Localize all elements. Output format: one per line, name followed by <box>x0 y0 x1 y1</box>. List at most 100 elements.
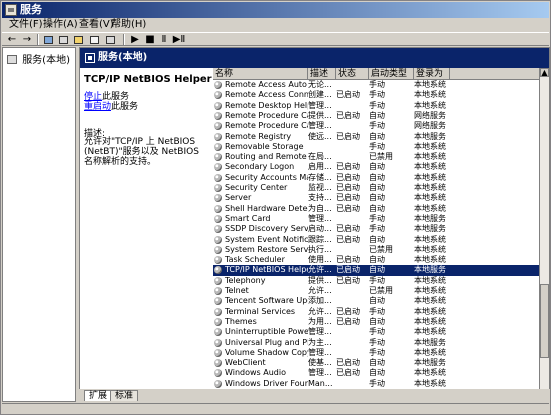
table-row[interactable]: Task Scheduler 使用... 已启动 自动 本地系统 <box>213 255 541 265</box>
table-row[interactable]: Remote Procedure Call (...管理... 手动 网络服务 <box>213 121 541 131</box>
back-icon[interactable]: ← <box>5 34 19 46</box>
service-description: 添加... <box>308 296 332 306</box>
restart-service-link[interactable]: 重启动 <box>84 102 111 112</box>
service-name-cell: Remote Registry <box>213 132 308 142</box>
service-name-cell: Remote Access Auto Conne... <box>213 80 308 90</box>
service-status: 已启动 <box>336 234 360 244</box>
stop-service-link[interactable]: 停止 <box>84 92 102 102</box>
table-row[interactable]: TCP/IP NetBIOS Helper 允许... 已启动 自动 本地服务 <box>213 265 541 276</box>
console-icon[interactable] <box>44 36 53 44</box>
service-name-cell: Security Accounts Manager <box>213 173 308 183</box>
table-row[interactable]: Remote Desktop Help Se...管理... 手动 本地系统 <box>213 101 541 111</box>
service-name: Shell Hardware Detection <box>225 203 308 213</box>
service-status <box>336 296 369 306</box>
service-startup-type: 自动 <box>369 110 385 120</box>
table-row[interactable]: Telephony 提供... 已启动 手动 本地系统 <box>213 276 541 286</box>
tab-standard[interactable]: 标准 <box>110 390 139 401</box>
service-status: 已启动 <box>336 172 360 182</box>
service-description: 允许... <box>308 286 332 295</box>
service-logon: 本地系统 <box>414 183 446 192</box>
service-name: Uninterruptible Power Su... <box>225 327 308 337</box>
tab-extended[interactable]: 扩展 <box>84 390 113 401</box>
service-startup-type: 手动 <box>369 337 385 347</box>
refresh-icon[interactable] <box>74 36 83 44</box>
service-status <box>336 101 369 111</box>
table-row[interactable]: Routing and Remote Acc...在局... 已禁用 本地系统 <box>213 152 541 162</box>
table-row[interactable]: Uninterruptible Power Su...管理... 手动 本地系统 <box>213 327 541 337</box>
table-row[interactable]: Remote Registry 使远... 已启动 自动 本地服务 <box>213 132 541 142</box>
column-name[interactable]: 名称 <box>213 68 308 80</box>
play-icon[interactable]: ▶ <box>128 34 142 46</box>
table-row[interactable]: Remote Access Connecti...创建... 已启动手动 本地系统 <box>213 90 541 100</box>
forward-icon[interactable]: → <box>20 34 34 46</box>
export-icon[interactable] <box>90 36 99 44</box>
scroll-thumb[interactable] <box>540 284 549 358</box>
table-row[interactable]: Windows Driver Foundati...Man... 手动 本地系统 <box>213 379 541 389</box>
table-row[interactable]: System Restore Service执行... 已禁用 本地系统 <box>213 245 541 255</box>
table-row[interactable]: Themes 为用... 已启动 自动 本地系统 <box>213 317 541 327</box>
restart-service-suffix: 此服务 <box>111 102 139 112</box>
table-row[interactable]: Remote Procedure Call (...提供... 已启动自动 网络服务 <box>213 111 541 121</box>
help-icon[interactable] <box>106 36 115 44</box>
table-row[interactable]: Tencent Software Updat...添加... 自动 本地系统 <box>213 296 541 306</box>
stop-icon[interactable]: ■ <box>143 34 157 46</box>
tree-services-local[interactable]: 服务(本地) <box>7 51 70 66</box>
column-status[interactable]: 状态 <box>336 68 369 80</box>
table-row[interactable]: Telnet 允许... 已禁用 本地系统 <box>213 286 541 296</box>
service-status: 已启动 <box>336 131 360 141</box>
service-status: 已启动 <box>336 255 360 265</box>
details-pane: 服务(本地) TCP/IP NetBIOS Helper 停止此服务 重启动此服… <box>79 47 550 402</box>
table-row[interactable]: Security Accounts Manager存储... 已启动自动 本地系统 <box>213 173 541 183</box>
table-row[interactable]: Removable Storage 手动 本地系统 <box>213 142 541 152</box>
vertical-scrollbar[interactable]: ▲ ▼ <box>539 68 549 402</box>
table-row[interactable]: Secondary Logon 启用... 已启动 自动 本地系统 <box>213 162 541 172</box>
service-description: 为自... <box>308 203 332 213</box>
service-startup-type: 已禁用 <box>369 152 393 162</box>
restart-icon[interactable]: ▶Ⅱ <box>172 34 186 46</box>
service-name: Routing and Remote Acc... <box>225 152 308 162</box>
properties-icon[interactable] <box>59 36 68 44</box>
service-description: 提供... <box>308 110 332 120</box>
service-startup-type: 手动 <box>369 80 385 89</box>
service-startup-type: 手动 <box>369 347 385 357</box>
service-startup-type: 手动 <box>369 327 385 337</box>
table-row[interactable]: SSDP Discovery Service启动... 已启动手动 本地服务 <box>213 224 541 234</box>
service-gear-icon <box>214 276 222 285</box>
table-row[interactable]: System Event Notification跟踪... 已启动自动 本地系统 <box>213 235 541 245</box>
service-logon: 本地系统 <box>414 234 446 244</box>
service-startup-type: 手动 <box>369 213 385 223</box>
table-row[interactable]: Shell Hardware Detection为自... 已启动自动 本地系统 <box>213 204 541 214</box>
service-status: 已启动 <box>336 224 360 234</box>
service-gear-icon <box>214 225 222 234</box>
service-gear-icon <box>214 297 222 306</box>
service-name-cell: Removable Storage <box>213 142 308 152</box>
table-row[interactable]: Security Center 监视... 已启动 自动 本地系统 <box>213 183 541 193</box>
column-description[interactable]: 描述 <box>308 68 336 80</box>
scroll-up-icon[interactable]: ▲ <box>540 68 549 77</box>
table-row[interactable]: Windows Audio 管理... 已启动 自动 本地系统 <box>213 368 541 378</box>
menu-action[interactable]: 操作(A) <box>40 18 81 31</box>
service-startup-type: 手动 <box>369 224 385 234</box>
service-gear-icon <box>214 184 222 192</box>
tree-services-local-label: 服务(本地) <box>22 55 70 66</box>
pause-icon[interactable]: Ⅱ <box>157 34 171 46</box>
column-startup-type[interactable]: 启动类型 <box>369 68 414 80</box>
column-logon[interactable]: 登录为 <box>414 68 450 80</box>
service-status: 已启动 <box>336 90 360 100</box>
table-row[interactable]: Remote Access Auto Conne...无论... 手动 本地系统 <box>213 80 541 90</box>
table-row[interactable]: WebClient 使基... 已启动 自动 本地服务 <box>213 358 541 368</box>
service-status: 已启动 <box>336 265 360 275</box>
table-row[interactable]: Volume Shadow Copy 管理... 手动 本地系统 <box>213 348 541 358</box>
table-row[interactable]: Terminal Services 允许... 已启动 手动 本地系统 <box>213 307 541 317</box>
service-gear-icon <box>214 91 222 100</box>
table-row[interactable]: Smart Card 管理... 手动 本地服务 <box>213 214 541 224</box>
service-logon: 本地系统 <box>414 244 446 254</box>
service-name: System Restore Service <box>225 244 308 254</box>
service-name-cell: Shell Hardware Detection <box>213 204 308 214</box>
service-description: 在局... <box>308 152 332 162</box>
service-name: Remote Registry <box>225 131 292 141</box>
service-name: Security Center <box>225 183 288 192</box>
table-row[interactable]: Server 支持... 已启动 自动 本地系统 <box>213 193 541 203</box>
menu-help[interactable]: 帮助(H) <box>108 18 149 31</box>
table-row[interactable]: Universal Plug and Play D...为主... 手动 本地服务 <box>213 338 541 348</box>
